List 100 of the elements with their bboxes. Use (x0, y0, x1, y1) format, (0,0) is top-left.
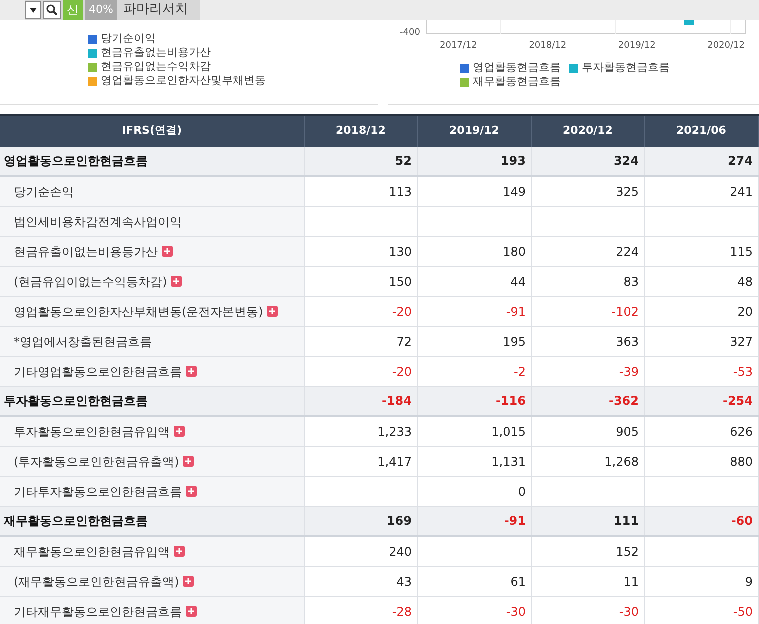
table-cell-text: 1,268 (604, 454, 639, 470)
table-cell-text: 48 (738, 274, 753, 290)
table-cell-text: 61 (510, 574, 526, 590)
table-cell-text: 1,015 (492, 424, 526, 440)
table-cell-text: -30 (506, 604, 526, 620)
company-name: 파마리서치 (123, 1, 188, 20)
expand-icon[interactable] (174, 546, 185, 557)
legend-label: 재무활동현금흐름 (473, 75, 561, 89)
row-label: 영업활동으로인한현금흐름 (4, 153, 148, 170)
table-cell-text: 1,417 (378, 454, 412, 470)
table-cell-text: 52 (395, 153, 412, 170)
table-cell-text: 83 (624, 274, 639, 290)
dropdown-button[interactable] (25, 1, 41, 19)
row-label: 재무활동으로인한현금흐름 (4, 513, 148, 530)
table-cell-text: 363 (616, 334, 639, 350)
expand-icon[interactable] (186, 366, 197, 377)
legend-label: 당기순이익 (101, 32, 156, 46)
axis-tick-label: 2018/12 (529, 40, 567, 53)
table-cell-text: 150 (389, 274, 412, 290)
table-cell-text: 1,131 (492, 454, 526, 470)
table-cell-text: -60 (731, 513, 753, 530)
table-cell-text: 224 (616, 244, 639, 260)
table-cell-text: 11 (624, 574, 639, 590)
legend-label: 투자활동현금흐름 (582, 61, 670, 75)
legend-label: 영업활동으로인한자산및부채변동 (101, 74, 266, 88)
percent-label: 40% (85, 0, 118, 20)
search-button[interactable] (43, 1, 61, 19)
row-label: 법인세비용차감전계속사업이익 (14, 214, 182, 230)
table-cell-text: -184 (382, 393, 412, 410)
table-cell-text: 325 (616, 184, 639, 200)
table-cell-text: 44 (510, 274, 526, 290)
legend-label: 영업활동현금흐름 (473, 61, 561, 75)
table-cell-text: 905 (616, 424, 639, 440)
table-cell-text: 626 (730, 424, 753, 440)
axis-tick-label: 2017/12 (440, 40, 478, 53)
table-cell-text: -2 (514, 364, 526, 380)
table-cell-text: 152 (616, 544, 639, 560)
axis-tick-label: -400 (400, 27, 420, 40)
row-label: 당기순손익 (14, 184, 74, 200)
table-cell-text: 880 (730, 454, 753, 470)
table-cell-text: 72 (396, 334, 412, 350)
table-cell-text: 9 (745, 574, 753, 590)
table-cell-text: 169 (386, 513, 412, 530)
search-icon (46, 4, 58, 16)
row-label: 영업활동으로인한자산부채변동(운전자본변동) (14, 304, 264, 320)
table-cell-text: 20 (738, 304, 753, 320)
table-cell-text: -50 (733, 604, 753, 620)
table-cell-text: 0 (518, 484, 526, 500)
row-label: 투자활동으로인한현금흐름 (4, 393, 148, 410)
legend-label: 현금유출없는비용가산 (101, 46, 211, 60)
table-cell-text: 274 (728, 153, 753, 170)
table-cell-text: 240 (389, 544, 412, 560)
table-cell-text: -39 (619, 364, 639, 380)
expand-icon[interactable] (267, 306, 278, 317)
caret-icon (30, 8, 36, 12)
row-label: (재무활동으로인한현금유출액) (14, 574, 180, 590)
row-label: *영업에서창출된현금흐름 (14, 334, 152, 350)
table-cell-text: -102 (612, 304, 639, 320)
table-cell-text: 193 (500, 153, 526, 170)
table-cell-text: 241 (730, 184, 753, 200)
table-cell-text: 1,233 (378, 424, 412, 440)
table-cell-text: 111 (614, 513, 639, 530)
legend-label: 현금유입없는수익차감 (101, 60, 211, 74)
expand-icon[interactable] (183, 456, 194, 467)
row-label: 기타재무활동으로인한현금흐름 (14, 604, 182, 620)
row-label: 현금유출이없는비용등가산 (14, 244, 158, 260)
row-label: 투자활동으로인한현금유입액 (14, 424, 170, 440)
table-cell-text: 195 (503, 334, 526, 350)
table-cell-text: 180 (503, 244, 526, 260)
axis-tick-label: 2019/12 (618, 40, 656, 53)
expand-icon[interactable] (162, 246, 173, 257)
new-badge: 신 (63, 0, 83, 20)
row-label: 재무활동으로인한현금유입액 (14, 544, 170, 560)
expand-icon[interactable] (186, 606, 197, 617)
table-cell-text: 130 (389, 244, 412, 260)
table-cell-text: 113 (389, 184, 412, 200)
table-cell-text: 324 (614, 153, 639, 170)
table-cell-text: -20 (392, 304, 412, 320)
table-cell-text: -53 (733, 364, 753, 380)
table-cell-text: -28 (392, 604, 412, 620)
table-cell-text: 327 (730, 334, 753, 350)
table-cell-text: -116 (496, 393, 526, 410)
table-cell-text: -20 (392, 364, 412, 380)
expand-icon[interactable] (186, 486, 197, 497)
row-label: (현금유입이없는수익등차감) (14, 274, 168, 290)
table-cell-text: 115 (730, 244, 753, 260)
table-cell-text: 149 (503, 184, 526, 200)
axis-tick-label: 2020/12 (708, 40, 745, 53)
row-label: 기타투자활동으로인한현금흐름 (14, 484, 182, 500)
expand-icon[interactable] (171, 276, 182, 287)
table-cell-text: -254 (722, 393, 753, 410)
table-cell-text: -30 (619, 604, 639, 620)
table-cell-text: -91 (506, 304, 526, 320)
table-cell-text: 43 (396, 574, 412, 590)
expand-icon[interactable] (174, 426, 185, 437)
table-cell-text: -91 (504, 513, 526, 530)
row-label: 기타영업활동으로인한현금흐름 (14, 364, 182, 380)
table-cell-text: -362 (608, 393, 639, 410)
expand-icon[interactable] (183, 576, 194, 587)
row-label: (투자활동으로인한현금유출액) (14, 454, 180, 470)
